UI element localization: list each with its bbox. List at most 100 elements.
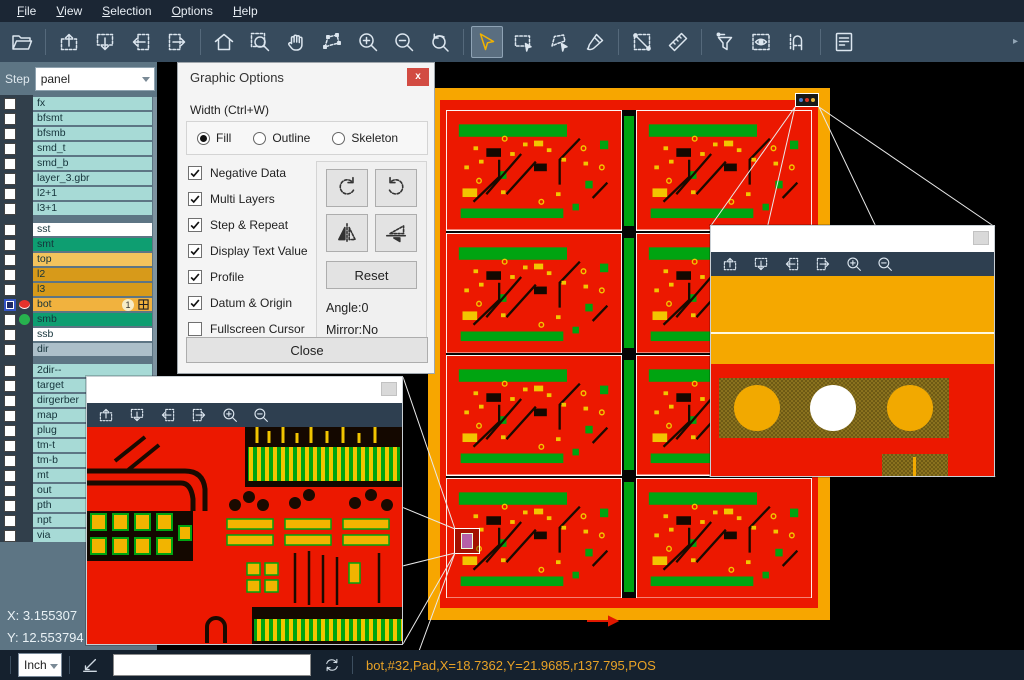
layer-visibility-checkbox[interactable] <box>4 530 16 542</box>
snap-corner-icon[interactable] <box>81 656 99 674</box>
layer-active-indicator[interactable] <box>16 484 33 497</box>
layer-row-bot[interactable]: bot1 <box>0 298 157 311</box>
layer-active-indicator[interactable] <box>16 364 33 377</box>
layer-active-indicator[interactable] <box>16 223 33 236</box>
unit-select[interactable]: Inch <box>18 653 62 677</box>
move-down-button[interactable] <box>127 405 147 425</box>
option-display-text-value[interactable]: Display Text Value <box>188 243 308 259</box>
layer-visibility-checkbox[interactable] <box>4 128 16 140</box>
layer-active-indicator[interactable] <box>16 157 33 170</box>
layer-active-indicator[interactable] <box>16 424 33 437</box>
layer-active-indicator[interactable] <box>16 142 33 155</box>
magnifier-right-titlebar[interactable] <box>711 226 994 252</box>
home-button[interactable] <box>208 26 240 58</box>
dialog-close-button[interactable]: x <box>407 68 429 86</box>
layer-row-bfsmb[interactable]: bfsmb <box>0 127 157 140</box>
layer-visibility-checkbox[interactable] <box>4 455 16 467</box>
layer-visibility-checkbox[interactable] <box>4 158 16 170</box>
menu-help[interactable]: Help <box>224 2 267 20</box>
layer-active-indicator[interactable] <box>16 313 33 326</box>
move-left-button[interactable] <box>782 254 802 274</box>
sync-icon[interactable] <box>323 656 341 674</box>
layer-visibility-checkbox[interactable] <box>4 440 16 452</box>
layer-row-sst[interactable]: sst <box>0 223 157 236</box>
layer-visibility-checkbox[interactable] <box>4 98 16 110</box>
layer-active-indicator[interactable] <box>16 469 33 482</box>
layer-active-indicator[interactable] <box>16 298 33 311</box>
layer-active-indicator[interactable] <box>16 268 33 281</box>
move-left-button[interactable] <box>158 405 178 425</box>
checkbox[interactable] <box>188 166 202 180</box>
view-options-button[interactable] <box>745 26 777 58</box>
layer-visibility-checkbox[interactable] <box>4 224 16 236</box>
option-multi-layers[interactable]: Multi Layers <box>188 191 308 207</box>
layer-active-indicator[interactable] <box>16 187 33 200</box>
layer-row-smb[interactable]: smb <box>0 313 157 326</box>
flip-horizontal-button[interactable] <box>326 214 368 252</box>
pcb-board-instance[interactable] <box>636 478 812 599</box>
zoom-polygon-button[interactable] <box>316 26 348 58</box>
checkbox[interactable] <box>188 192 202 206</box>
ruler-button[interactable] <box>662 26 694 58</box>
layer-visibility-checkbox[interactable] <box>4 203 16 215</box>
layer-visibility-checkbox[interactable] <box>4 344 16 356</box>
layer-row-ssb[interactable]: ssb <box>0 328 157 341</box>
move-left-button[interactable] <box>125 26 157 58</box>
checkbox[interactable] <box>188 270 202 284</box>
radio-outline[interactable]: Outline <box>253 131 310 145</box>
toolbar-overflow-chevron-icon[interactable]: ▸ <box>1013 36 1018 47</box>
layer-row-fx[interactable]: fx <box>0 97 157 110</box>
layer-active-indicator[interactable] <box>16 172 33 185</box>
layer-visibility-checkbox[interactable] <box>4 515 16 527</box>
zoom-out-button[interactable] <box>388 26 420 58</box>
pcb-board-instance[interactable] <box>446 355 622 476</box>
checkbox[interactable] <box>188 322 202 336</box>
layer-visibility-checkbox[interactable] <box>4 314 16 326</box>
layer-active-indicator[interactable] <box>16 454 33 467</box>
layer-active-indicator[interactable] <box>16 514 33 527</box>
menu-selection[interactable]: Selection <box>93 2 160 20</box>
layer-active-indicator[interactable] <box>16 238 33 251</box>
layer-visibility-checkbox[interactable] <box>4 143 16 155</box>
move-down-button[interactable] <box>751 254 771 274</box>
layer-visibility-checkbox[interactable] <box>4 269 16 281</box>
layer-active-indicator[interactable] <box>16 394 33 407</box>
layer-visibility-checkbox[interactable] <box>4 425 16 437</box>
layer-visibility-checkbox[interactable] <box>4 173 16 185</box>
layer-row-l2[interactable]: l2 <box>0 268 157 281</box>
brush-button[interactable] <box>579 26 611 58</box>
radio-skeleton[interactable]: Skeleton <box>332 131 398 145</box>
layer-row-smd_b[interactable]: smd_b <box>0 157 157 170</box>
layer-row-top[interactable]: top <box>0 253 157 266</box>
magnet-button[interactable] <box>781 26 813 58</box>
checkbox[interactable] <box>188 296 202 310</box>
option-step-repeat[interactable]: Step & Repeat <box>188 217 308 233</box>
zoom-previous-button[interactable] <box>424 26 456 58</box>
layer-visibility-checkbox[interactable] <box>4 395 16 407</box>
layer-visibility-checkbox[interactable] <box>4 470 16 482</box>
rect-select-button[interactable] <box>507 26 539 58</box>
select-cursor-button[interactable] <box>471 26 503 58</box>
option-fullscreen-cursor[interactable]: Fullscreen Cursor <box>188 321 308 337</box>
move-up-button[interactable] <box>720 254 740 274</box>
measure-button[interactable] <box>626 26 658 58</box>
flip-vertical-button[interactable] <box>375 214 417 252</box>
radio-fill[interactable]: Fill <box>197 131 231 145</box>
zoom-in-button[interactable] <box>844 254 864 274</box>
magnifier-window-left[interactable] <box>86 376 403 645</box>
layer-active-indicator[interactable] <box>16 439 33 452</box>
zoom-out-button[interactable] <box>875 254 895 274</box>
layer-active-indicator[interactable] <box>16 499 33 512</box>
rotate-cw-button[interactable] <box>326 169 368 207</box>
layer-visibility-checkbox[interactable] <box>4 410 16 422</box>
layer-active-indicator[interactable] <box>16 127 33 140</box>
layer-active-indicator[interactable] <box>16 379 33 392</box>
layer-visibility-checkbox[interactable] <box>4 380 16 392</box>
layer-active-indicator[interactable] <box>16 529 33 542</box>
layer-active-indicator[interactable] <box>16 328 33 341</box>
layer-active-indicator[interactable] <box>16 112 33 125</box>
layer-active-indicator[interactable] <box>16 343 33 356</box>
move-up-button[interactable] <box>96 405 116 425</box>
pcb-board-instance[interactable] <box>446 110 622 231</box>
layer-visibility-checkbox[interactable] <box>4 239 16 251</box>
